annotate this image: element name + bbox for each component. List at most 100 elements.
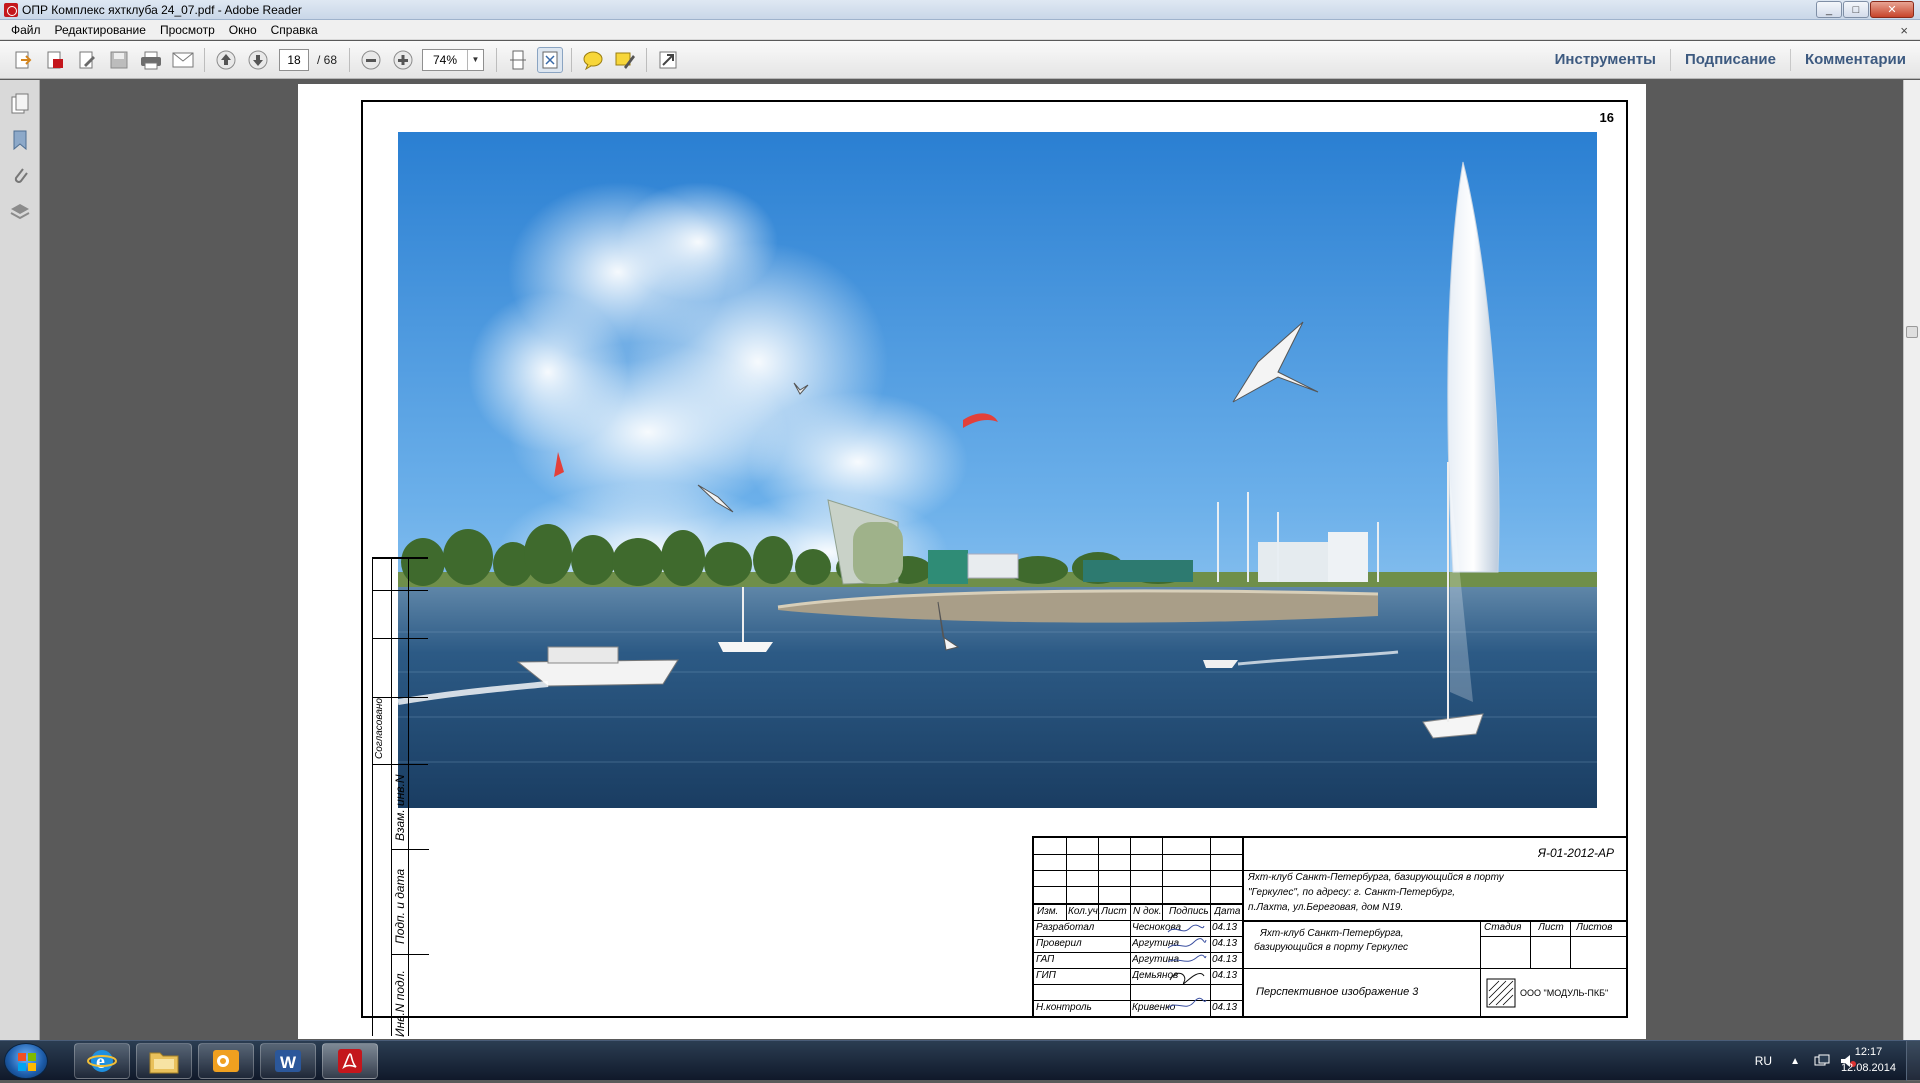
minus-icon bbox=[361, 50, 381, 69]
title-bar: ОПР Комплекс яхтклуба 24_07.pdf - Adobe … bbox=[0, 0, 1920, 20]
save-icon bbox=[110, 51, 128, 68]
tray-expand-icon[interactable]: ▲ bbox=[1790, 1056, 1800, 1067]
sheet-header: Лист bbox=[1538, 922, 1564, 933]
header-count: Кол.уч. bbox=[1068, 906, 1101, 917]
zoom-in-button[interactable] bbox=[390, 47, 416, 73]
project-desc-line3: п.Лахта, ул.Береговая, дом N19. bbox=[1248, 902, 1404, 913]
internet-explorer-icon: e bbox=[87, 1050, 117, 1073]
clock-date: 12.08.2014 bbox=[1840, 1062, 1896, 1074]
side-stamp-line bbox=[391, 849, 429, 850]
side-stamp: Инв.N подл. Подп. и дата Взам. инв.N Сог… bbox=[372, 557, 429, 1037]
menu-view[interactable]: Просмотр bbox=[153, 23, 222, 37]
chevron-down-icon[interactable]: ▼ bbox=[467, 49, 483, 70]
toolbar-separator bbox=[571, 47, 573, 72]
menu-help[interactable]: Справка bbox=[264, 23, 325, 37]
attachment-icon[interactable] bbox=[8, 164, 32, 188]
project-desc-line1: Яхт-клуб Санкт-Петербурга, базирующийся … bbox=[1248, 872, 1504, 883]
clock-time: 12:17 bbox=[1854, 1046, 1883, 1058]
tools-link[interactable]: Инструменты bbox=[1541, 49, 1670, 71]
close-button[interactable]: ✕ bbox=[1870, 1, 1914, 18]
start-button[interactable] bbox=[4, 1043, 48, 1079]
header-signature: Подпись bbox=[1169, 906, 1209, 917]
svg-text:W: W bbox=[280, 1053, 297, 1072]
sheet-number: 16 bbox=[1599, 110, 1614, 125]
drawing-frame: 16 Инв.N подл. Подп. и дата Взам. инв.N … bbox=[361, 100, 1628, 1037]
approved-label: Согласовано bbox=[374, 698, 385, 759]
word-icon: W bbox=[275, 1050, 301, 1072]
windows-taskbar: e W RU ▲ 12:17 12.08.2014 bbox=[0, 1040, 1920, 1081]
save-button[interactable] bbox=[106, 47, 132, 73]
zoom-select[interactable]: 74% ▼ bbox=[422, 48, 485, 71]
side-stamp-line bbox=[373, 764, 428, 765]
network-icon[interactable] bbox=[1814, 1054, 1830, 1068]
toolbar-separator bbox=[349, 47, 351, 72]
arrow-up-icon bbox=[216, 50, 236, 69]
short-desc-line2: базирующийся в порту Геркулес bbox=[1254, 942, 1409, 953]
menu-file[interactable]: Файл bbox=[4, 23, 48, 37]
role-checker: Проверил bbox=[1036, 938, 1082, 949]
create-pdf-icon bbox=[15, 51, 32, 68]
printer-icon bbox=[141, 51, 161, 69]
handwritten-signatures bbox=[1167, 924, 1207, 1009]
page-number-input[interactable]: 18 bbox=[279, 48, 309, 71]
taskbar-word[interactable]: W bbox=[260, 1043, 316, 1079]
taskbar-internet-explorer[interactable]: e bbox=[74, 1043, 130, 1079]
print-button[interactable] bbox=[138, 47, 164, 73]
export-pdf-button[interactable] bbox=[42, 47, 68, 73]
inv-original-label: Инв.N подл. bbox=[393, 970, 407, 1037]
scroll-thumb[interactable] bbox=[1906, 326, 1918, 338]
expand-icon bbox=[659, 51, 677, 68]
comment-icon bbox=[583, 51, 603, 70]
yacht-club-render-image bbox=[398, 132, 1597, 808]
email-button[interactable] bbox=[170, 47, 196, 73]
date-gap: 04.13 bbox=[1212, 954, 1238, 965]
comments-link[interactable]: Комментарии bbox=[1789, 49, 1920, 71]
svg-text:e: e bbox=[96, 1051, 105, 1073]
clock[interactable]: 12:17 12.08.2014 bbox=[1841, 1044, 1896, 1076]
header-docnum: N док. bbox=[1133, 906, 1162, 917]
role-gap: ГАП bbox=[1036, 954, 1055, 965]
title-block: Изм. Кол.уч. Лист N док. Подпись Дата Ра… bbox=[1032, 836, 1628, 1016]
toolbar-separator bbox=[204, 47, 205, 72]
show-desktop-button[interactable] bbox=[1906, 1041, 1920, 1081]
scroll-mode-button[interactable] bbox=[505, 47, 531, 73]
fullscreen-button[interactable] bbox=[655, 47, 681, 73]
taskbar-adobe-reader[interactable] bbox=[322, 1043, 378, 1079]
fit-page-button[interactable] bbox=[537, 46, 564, 73]
sheet-title: Перспективное изображение 3 bbox=[1256, 986, 1419, 998]
windows-logo-icon bbox=[18, 1053, 36, 1071]
zoom-out-button[interactable] bbox=[358, 47, 384, 73]
minimize-button[interactable]: _ bbox=[1816, 1, 1842, 18]
envelope-icon bbox=[172, 52, 194, 67]
sheets-header: Листов bbox=[1576, 922, 1613, 933]
header-change: Изм. bbox=[1037, 906, 1059, 917]
toolbar-separator bbox=[646, 47, 648, 72]
header-sheet: Лист bbox=[1101, 906, 1127, 917]
window-title: ОПР Комплекс яхтклуба 24_07.pdf - Adobe … bbox=[22, 2, 302, 17]
layers-icon[interactable] bbox=[8, 200, 32, 224]
taskbar-outlook[interactable] bbox=[198, 1043, 254, 1079]
document-close-icon[interactable]: × bbox=[1900, 23, 1908, 38]
menu-window[interactable]: Окно bbox=[222, 23, 264, 37]
create-pdf-button[interactable] bbox=[10, 47, 36, 73]
side-stamp-divider bbox=[408, 559, 409, 1036]
adobe-reader-icon bbox=[4, 2, 18, 17]
side-stamp-line bbox=[391, 954, 429, 955]
sign-link[interactable]: Подписание bbox=[1669, 49, 1790, 71]
page-thumbnails-icon[interactable] bbox=[8, 92, 32, 116]
next-page-button[interactable] bbox=[245, 47, 271, 73]
bookmark-icon[interactable] bbox=[8, 128, 32, 152]
role-developer: Разработал bbox=[1036, 922, 1095, 933]
edit-pdf-button[interactable] bbox=[74, 47, 100, 73]
menu-edit[interactable]: Редактирование bbox=[48, 23, 153, 37]
project-desc-line2: "Геркулес", по адресу: г. Санкт-Петербур… bbox=[1248, 887, 1456, 898]
outlook-icon bbox=[213, 1050, 239, 1072]
maximize-button[interactable]: □ bbox=[1843, 1, 1869, 18]
highlight-button[interactable] bbox=[612, 47, 638, 73]
vertical-scrollbar[interactable] bbox=[1903, 80, 1920, 1040]
language-indicator[interactable]: RU bbox=[1755, 1054, 1772, 1068]
previous-page-button[interactable] bbox=[213, 47, 239, 73]
taskbar-explorer[interactable] bbox=[136, 1043, 192, 1079]
toolbar-separator bbox=[496, 47, 498, 72]
comment-button[interactable] bbox=[580, 47, 606, 73]
